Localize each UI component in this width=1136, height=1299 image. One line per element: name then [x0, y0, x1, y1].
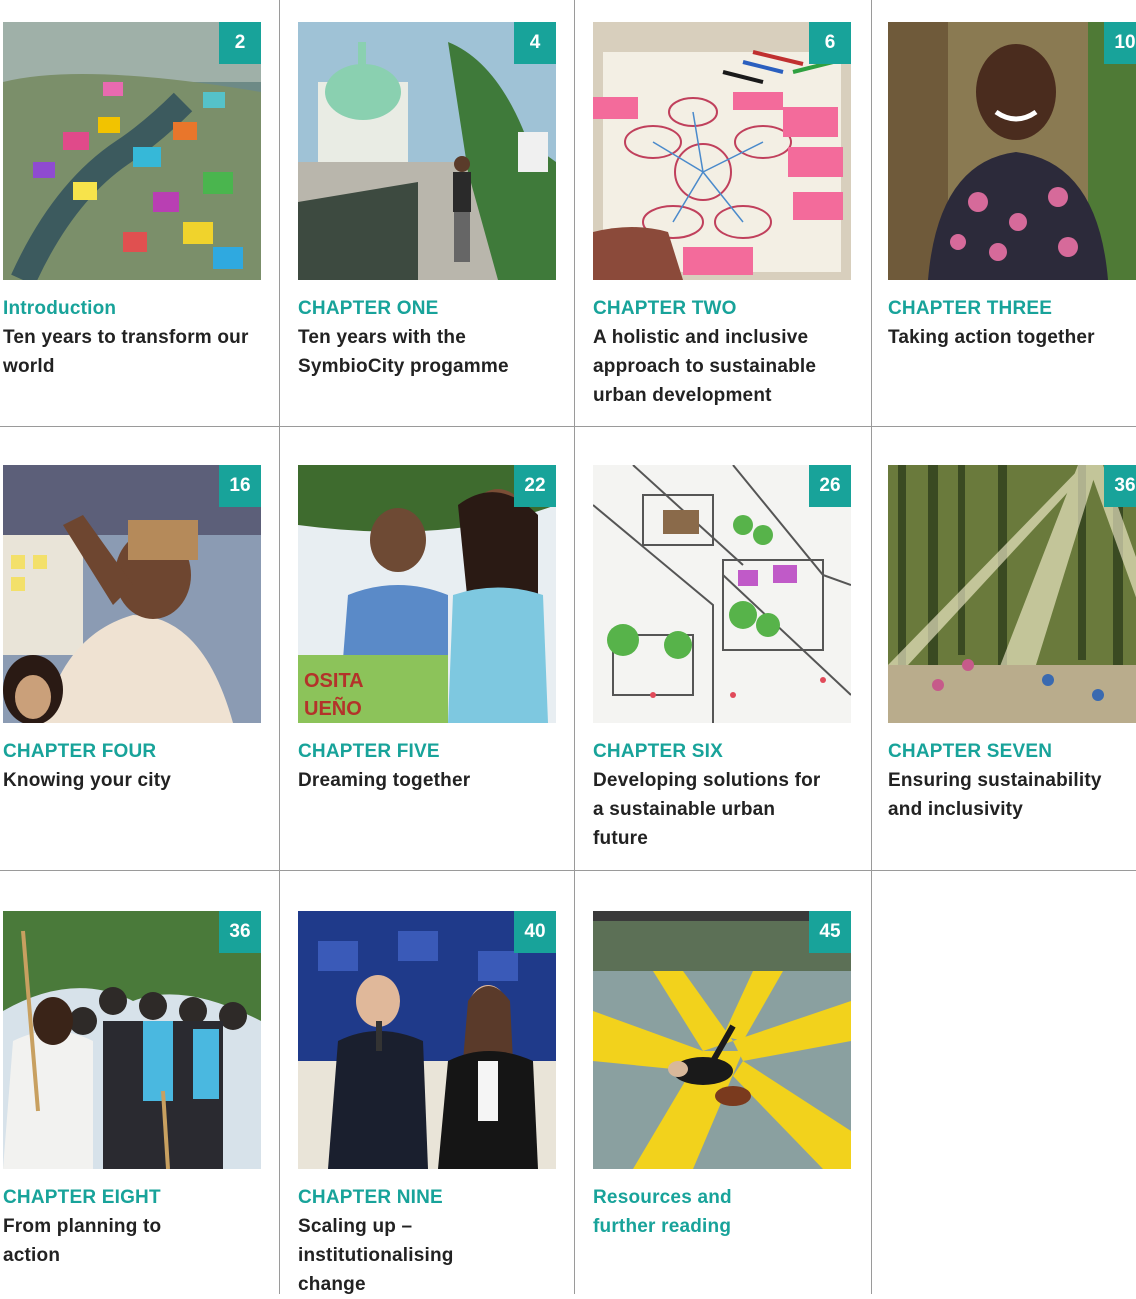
page-number-badge: 22 [514, 465, 556, 507]
page-number-badge: 45 [809, 911, 851, 953]
box-sign-text: OSITA [304, 670, 364, 692]
svg-text:UEÑO: UEÑO [304, 697, 362, 720]
column-divider [871, 0, 872, 1294]
chapter-label: Introduction [3, 298, 117, 319]
chapter-title: Ensuring sustainability and inclusivity [888, 770, 1102, 820]
chapter-label: CHAPTER SIX [593, 741, 723, 762]
chapter-label: CHAPTER FIVE [298, 741, 440, 762]
chapter-title: Developing solutions for a sustainable u… [593, 770, 821, 849]
chapter-title: Ten years with the SymbioCity progamme [298, 327, 509, 377]
dreaming-together-photo: OSITA UEÑO 22 [298, 465, 556, 723]
page-number-badge: 36 [219, 911, 261, 953]
chapter-title: A holistic and inclusive approach to sus… [593, 327, 817, 406]
toc-entry-chapter-four[interactable]: 16 CHAPTER FOUR Knowing your city [3, 465, 265, 795]
chapter-title: Scaling up – institutionalising change [298, 1216, 454, 1295]
chapter-title: Knowing your city [3, 770, 172, 791]
page-number-badge: 4 [514, 22, 556, 64]
column-divider [574, 0, 575, 1294]
panel-discussion-photo: 40 [298, 911, 556, 1169]
urban-sketch-photo: 26 [593, 465, 851, 723]
chapter-label: CHAPTER THREE [888, 298, 1053, 319]
toc-entry-chapter-seven[interactable]: 36 CHAPTER SEVEN Ensuring sustainability… [888, 465, 1136, 824]
toc-entry-chapter-eight[interactable]: 36 CHAPTER EIGHT From planning to action [3, 911, 265, 1270]
toc-entry-chapter-three[interactable]: 10 CHAPTER THREE Taking action together [888, 22, 1136, 352]
page-number-badge: 26 [809, 465, 851, 507]
chapter-title: Taking action together [888, 327, 1095, 348]
smiling-woman-photo: 10 [888, 22, 1136, 280]
workshop-mindmap-photo: 6 [593, 22, 851, 280]
toc-entry-chapter-nine[interactable]: 40 CHAPTER NINE Scaling up – institution… [298, 911, 560, 1299]
page-number-badge: 10 [1104, 22, 1136, 64]
chapter-label: CHAPTER FOUR [3, 741, 157, 762]
vr-headset-photo: 16 [3, 465, 261, 723]
page-number-badge: 40 [514, 911, 556, 953]
aerial-city-photo: 2 [3, 22, 261, 280]
page-number-badge: 36 [1104, 465, 1136, 507]
page-number-badge: 2 [219, 22, 261, 64]
chapter-label: Resources and further reading [593, 1187, 732, 1237]
toc-entry-chapter-five[interactable]: OSITA UEÑO 22 CHAPTER FIVE Dreaming toge… [298, 465, 560, 795]
chapter-label: CHAPTER NINE [298, 1187, 443, 1208]
toc-entry-introduction[interactable]: 2 Introduction Ten years to transform ou… [3, 22, 265, 381]
chapter-label: CHAPTER TWO [593, 298, 737, 319]
chapter-label: CHAPTER ONE [298, 298, 439, 319]
toc-entry-chapter-two[interactable]: 6 CHAPTER TWO A holistic and inclusive a… [593, 22, 855, 410]
toc-entry-chapter-one[interactable]: 4 CHAPTER ONE Ten years with the SymbioC… [298, 22, 560, 381]
chapter-title: Ten years to transform our world [3, 327, 249, 377]
chapter-title: From planning to action [3, 1216, 162, 1266]
page-number-badge: 6 [809, 22, 851, 64]
chapter-label: CHAPTER SEVEN [888, 741, 1053, 762]
chapter-title: Dreaming together [298, 770, 471, 791]
toc-entry-resources[interactable]: 45 Resources and further reading [593, 911, 855, 1241]
plaza-photo: 45 [593, 911, 851, 1169]
column-divider [279, 0, 280, 1294]
row-divider [0, 870, 1136, 871]
community-cleanup-photo: 36 [3, 911, 261, 1169]
forest-sunbeams-photo: 36 [888, 465, 1136, 723]
page-number-badge: 16 [219, 465, 261, 507]
chapter-label: CHAPTER EIGHT [3, 1187, 161, 1208]
row-divider [0, 426, 1136, 427]
mosque-street-photo: 4 [298, 22, 556, 280]
toc-entry-chapter-six[interactable]: 26 CHAPTER SIX Developing solutions for … [593, 465, 855, 853]
table-of-contents: 2 Introduction Ten years to transform ou… [0, 0, 1136, 1295]
